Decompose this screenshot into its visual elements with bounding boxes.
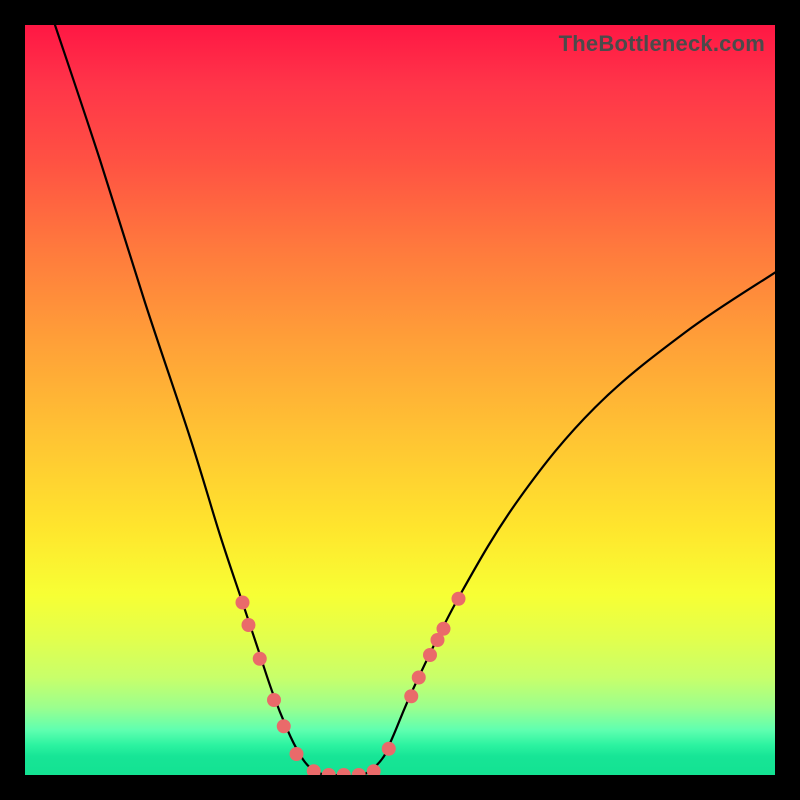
curve-marker [242, 618, 256, 632]
plot-area: TheBottleneck.com [25, 25, 775, 775]
curve-marker [352, 768, 366, 775]
curve-layer [25, 25, 775, 775]
curve-marker [452, 592, 466, 606]
curve-marker [290, 747, 304, 761]
curve-marker [236, 596, 250, 610]
curve-marker [437, 622, 451, 636]
bottleneck-curve [55, 25, 775, 775]
curve-marker [267, 693, 281, 707]
curve-marker [322, 768, 336, 775]
curve-marker [367, 764, 381, 775]
curve-marker [382, 742, 396, 756]
curve-marker [423, 648, 437, 662]
curve-marker [337, 768, 351, 775]
curve-marker [412, 671, 426, 685]
curve-marker [253, 652, 267, 666]
curve-marker [277, 719, 291, 733]
chart-stage: TheBottleneck.com [0, 0, 800, 800]
curve-marker [404, 689, 418, 703]
